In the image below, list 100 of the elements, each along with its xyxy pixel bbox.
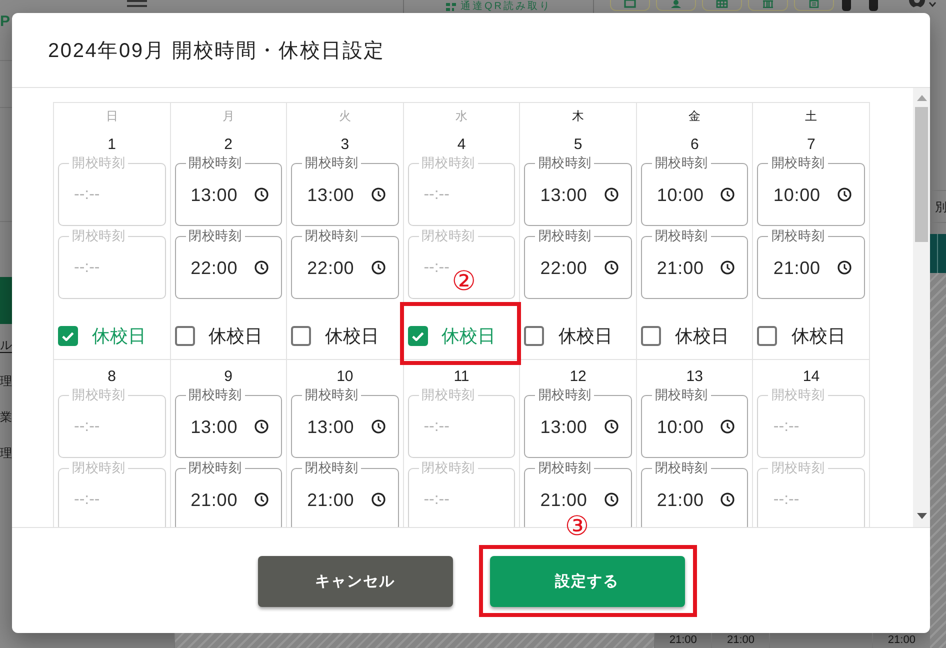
sidebar-item[interactable]: ル <box>0 327 12 363</box>
field-label: 閉校時刻 <box>71 460 126 476</box>
time-field[interactable]: 開校時刻 10:00 <box>640 387 748 458</box>
cancel-button[interactable]: キャンセル <box>258 556 452 607</box>
field-label: 閉校時刻 <box>71 228 126 244</box>
clock-icon[interactable] <box>720 260 736 275</box>
time-field[interactable]: 閉校時刻 22:00 <box>291 228 399 299</box>
clock-icon[interactable] <box>254 260 270 275</box>
confirm-button[interactable]: 設定する <box>490 556 684 607</box>
clock-icon[interactable] <box>370 187 386 202</box>
day-number: 9 <box>224 368 233 386</box>
clock-icon[interactable] <box>254 187 270 202</box>
clock-icon[interactable] <box>720 419 736 434</box>
day-number: 7 <box>807 136 816 154</box>
day-number: 3 <box>340 136 350 154</box>
time-field[interactable]: 開校時刻 10:00 <box>757 155 865 226</box>
time-field[interactable]: 閉校時刻 22:00 <box>524 228 632 299</box>
checkbox[interactable] <box>408 326 428 346</box>
checkbox[interactable] <box>174 326 195 346</box>
time-field[interactable]: 開校時刻 13:00 <box>524 387 632 458</box>
time-field[interactable]: 閉校時刻 21:00 <box>174 460 282 527</box>
scrollbar-thumb[interactable] <box>915 107 928 242</box>
time-field[interactable]: 開校時刻 13:00 <box>174 155 282 226</box>
clock-icon[interactable] <box>720 492 736 507</box>
field-label: 開校時刻 <box>304 155 360 171</box>
table-header-band <box>930 234 946 273</box>
field-label: 開校時刻 <box>188 155 243 171</box>
bar-icon <box>842 0 851 11</box>
time-field[interactable]: 閉校時刻 21:00 <box>291 460 399 527</box>
day-number: 10 <box>336 368 354 386</box>
time-field[interactable]: 開校時刻 13:00 <box>291 155 399 226</box>
weekday-label: 金 <box>688 108 701 122</box>
user-icon[interactable] <box>908 0 926 10</box>
clock-icon[interactable] <box>370 419 386 434</box>
logo-text: P <box>0 13 12 30</box>
checkbox[interactable] <box>524 326 544 346</box>
field-label: 閉校時刻 <box>420 460 476 476</box>
checkbox-label[interactable]: 休校日 <box>674 324 729 348</box>
day-number: 13 <box>686 368 703 386</box>
clock-icon[interactable] <box>720 187 736 202</box>
field-label: 閉校時刻 <box>654 460 710 476</box>
clock-icon[interactable] <box>836 260 852 275</box>
checkbox[interactable] <box>291 326 312 346</box>
clock-icon[interactable] <box>254 492 270 507</box>
sidebar-item[interactable]: 理 <box>0 363 12 399</box>
time-text: 21:00 <box>888 634 916 647</box>
field-label: 閉校時刻 <box>304 460 360 476</box>
field-label: 開校時刻 <box>770 155 826 171</box>
time-field[interactable]: 開校時刻 10:00 <box>640 155 748 226</box>
checkbox-label[interactable]: 休校日 <box>791 324 846 348</box>
document-icon <box>808 0 820 8</box>
time-field[interactable]: 閉校時刻 22:00 <box>174 228 282 299</box>
checkbox-label[interactable]: 休校日 <box>442 324 496 348</box>
tick-icon <box>412 332 424 340</box>
day-number: 5 <box>574 136 582 154</box>
field-label: 閉校時刻 <box>770 460 826 476</box>
day-number: 1 <box>108 136 116 154</box>
time-text: 21:00 <box>726 634 754 647</box>
weekday-label: 火 <box>338 108 351 122</box>
clock-icon[interactable] <box>836 187 852 202</box>
field-label: 開校時刻 <box>654 155 710 171</box>
checkbox-label[interactable]: 休校日 <box>92 324 146 348</box>
checkbox[interactable] <box>640 326 661 346</box>
time-field[interactable]: 閉校時刻 21:00 <box>640 228 748 299</box>
field-label: 閉校時刻 <box>770 228 826 244</box>
field-label: 開校時刻 <box>71 155 126 171</box>
clock-icon[interactable] <box>254 419 270 434</box>
clock-icon[interactable] <box>604 260 619 275</box>
clock-icon[interactable] <box>370 260 386 275</box>
caret-icon[interactable] <box>929 2 936 7</box>
checkbox-label[interactable]: 休校日 <box>558 324 612 348</box>
time-field[interactable]: 閉校時刻 21:00 <box>757 228 865 299</box>
menu-icon[interactable] <box>127 0 147 8</box>
scrollbar[interactable] <box>913 88 930 527</box>
clock-icon[interactable] <box>604 187 619 202</box>
field-label: 閉校時刻 <box>654 228 710 244</box>
checkbox-label[interactable]: 休校日 <box>208 324 263 348</box>
field-label: 開校時刻 <box>537 155 592 171</box>
checkbox[interactable] <box>58 326 78 346</box>
time-field[interactable]: 開校時刻 13:00 <box>524 155 632 226</box>
checkbox-label[interactable]: 休校日 <box>325 324 380 348</box>
clock-icon[interactable] <box>370 492 386 507</box>
grid-icon <box>716 0 728 8</box>
day-number: 4 <box>457 136 466 154</box>
sidebar-item[interactable]: 業 <box>0 399 12 435</box>
checkbox[interactable] <box>757 326 778 346</box>
time-field[interactable]: 閉校時刻 21:00 <box>640 460 748 527</box>
field-label: 開校時刻 <box>188 387 243 403</box>
weekday-label: 木 <box>572 108 584 122</box>
sidebar-item[interactable]: 理 <box>0 435 12 471</box>
time-field[interactable]: 開校時刻 13:00 <box>291 387 399 458</box>
field-label: 開校時刻 <box>537 387 592 403</box>
time-field[interactable]: 開校時刻 13:00 <box>174 387 282 458</box>
down-triangle-icon[interactable] <box>916 513 926 519</box>
day-number: 12 <box>570 368 586 386</box>
field-label: 開校時刻 <box>770 387 826 403</box>
bar-icon <box>869 0 878 11</box>
clock-icon[interactable] <box>604 492 619 507</box>
clock-icon[interactable] <box>604 419 619 434</box>
field-label: 開校時刻 <box>304 387 360 403</box>
